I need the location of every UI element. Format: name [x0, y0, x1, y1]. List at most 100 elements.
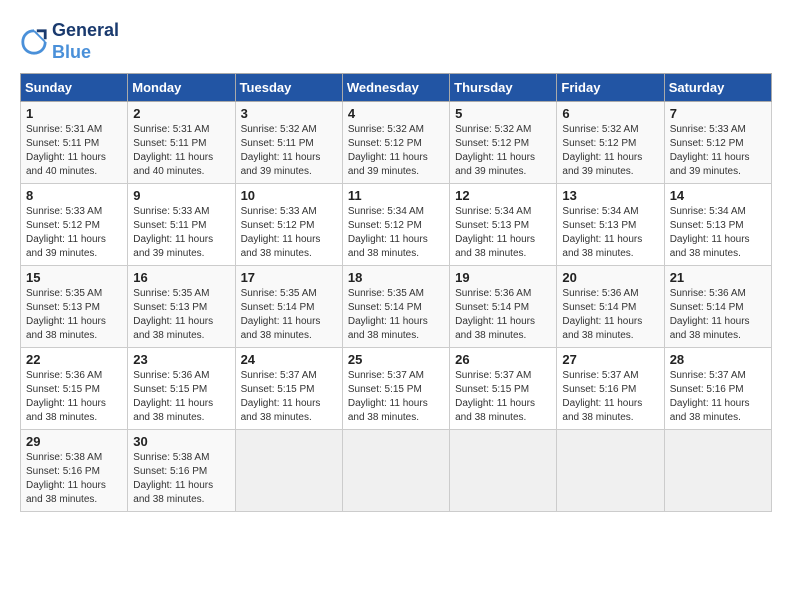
day-number: 23	[133, 352, 229, 367]
day-number: 20	[562, 270, 658, 285]
day-info: Sunrise: 5:33 AMSunset: 5:12 PMDaylight:…	[670, 123, 766, 179]
page-header: General Blue	[20, 20, 772, 63]
logo-icon	[20, 28, 48, 56]
day-number: 16	[133, 270, 229, 285]
day-info: Sunrise: 5:34 AMSunset: 5:12 PMDaylight:…	[348, 205, 444, 261]
calendar-day-5: 5 Sunrise: 5:32 AMSunset: 5:12 PMDaylight…	[450, 102, 557, 184]
day-info: Sunrise: 5:33 AMSunset: 5:12 PMDaylight:…	[241, 205, 337, 261]
day-number: 7	[670, 106, 766, 121]
calendar-week-1: 8 Sunrise: 5:33 AMSunset: 5:12 PMDaylight…	[21, 184, 772, 266]
calendar-day-27: 27 Sunrise: 5:37 AMSunset: 5:16 PMDayligh…	[557, 348, 664, 430]
calendar-day-8: 8 Sunrise: 5:33 AMSunset: 5:12 PMDaylight…	[21, 184, 128, 266]
calendar-day-19: 19Sunrise: 5:36 AMSunset: 5:14 PMDayligh…	[450, 266, 557, 348]
header-saturday: Saturday	[664, 74, 771, 102]
day-info: Sunrise: 5:34 AMSunset: 5:13 PMDaylight:…	[670, 205, 766, 261]
day-number: 25	[348, 352, 444, 367]
calendar-day-22: 22 Sunrise: 5:36 AMSunset: 5:15 PMDayligh…	[21, 348, 128, 430]
header-monday: Monday	[128, 74, 235, 102]
day-info: Sunrise: 5:32 AMSunset: 5:12 PMDaylight:…	[562, 123, 658, 179]
day-info: Sunrise: 5:37 AMSunset: 5:16 PMDaylight:…	[670, 369, 766, 425]
day-number: 29	[26, 434, 122, 449]
calendar-day-10: 10 Sunrise: 5:33 AMSunset: 5:12 PMDayligh…	[235, 184, 342, 266]
day-info: Sunrise: 5:32 AMSunset: 5:12 PMDaylight:…	[455, 123, 551, 179]
calendar-empty-cell	[557, 430, 664, 512]
day-number: 4	[348, 106, 444, 121]
logo: General Blue	[20, 20, 119, 63]
day-info: Sunrise: 5:37 AMSunset: 5:15 PMDaylight:…	[455, 369, 551, 425]
day-number: 6	[562, 106, 658, 121]
header-wednesday: Wednesday	[342, 74, 449, 102]
day-info: Sunrise: 5:37 AMSunset: 5:15 PMDaylight:…	[348, 369, 444, 425]
calendar-empty-cell	[450, 430, 557, 512]
day-info: Sunrise: 5:37 AMSunset: 5:16 PMDaylight:…	[562, 369, 658, 425]
calendar-day-25: 25 Sunrise: 5:37 AMSunset: 5:15 PMDayligh…	[342, 348, 449, 430]
day-info: Sunrise: 5:31 AMSunset: 5:11 PMDaylight:…	[133, 123, 229, 179]
day-info: Sunrise: 5:36 AMSunset: 5:15 PMDaylight:…	[133, 369, 229, 425]
header-friday: Friday	[557, 74, 664, 102]
header-thursday: Thursday	[450, 74, 557, 102]
day-info: Sunrise: 5:38 AMSunset: 5:16 PMDaylight:…	[26, 451, 122, 507]
day-number: 22	[26, 352, 122, 367]
day-number: 19	[455, 270, 551, 285]
logo-text: General Blue	[52, 20, 119, 63]
day-number: 5	[455, 106, 551, 121]
day-number: 24	[241, 352, 337, 367]
day-info: Sunrise: 5:35 AMSunset: 5:13 PMDaylight:…	[26, 287, 122, 343]
day-info: Sunrise: 5:37 AMSunset: 5:15 PMDaylight:…	[241, 369, 337, 425]
calendar-day-13: 13 Sunrise: 5:34 AMSunset: 5:13 PMDayligh…	[557, 184, 664, 266]
header-sunday: Sunday	[21, 74, 128, 102]
day-info: Sunrise: 5:36 AMSunset: 5:15 PMDaylight:…	[26, 369, 122, 425]
day-number: 21	[670, 270, 766, 285]
calendar-day-15: 15 Sunrise: 5:35 AMSunset: 5:13 PMDayligh…	[21, 266, 128, 348]
day-info: Sunrise: 5:34 AMSunset: 5:13 PMDaylight:…	[562, 205, 658, 261]
calendar-header-row: SundayMondayTuesdayWednesdayThursdayFrid…	[21, 74, 772, 102]
day-number: 10	[241, 188, 337, 203]
day-info: Sunrise: 5:38 AMSunset: 5:16 PMDaylight:…	[133, 451, 229, 507]
day-info: Sunrise: 5:36 AMSunset: 5:14 PMDaylight:…	[670, 287, 766, 343]
day-number: 8	[26, 188, 122, 203]
calendar-day-12: 12Sunrise: 5:34 AMSunset: 5:13 PMDayligh…	[450, 184, 557, 266]
calendar-day-26: 26Sunrise: 5:37 AMSunset: 5:15 PMDayligh…	[450, 348, 557, 430]
day-number: 9	[133, 188, 229, 203]
day-number: 15	[26, 270, 122, 285]
day-number: 18	[348, 270, 444, 285]
calendar-day-6: 6 Sunrise: 5:32 AMSunset: 5:12 PMDaylight…	[557, 102, 664, 184]
calendar-day-18: 18Sunrise: 5:35 AMSunset: 5:14 PMDayligh…	[342, 266, 449, 348]
calendar-empty-cell	[342, 430, 449, 512]
calendar-week-2: 15 Sunrise: 5:35 AMSunset: 5:13 PMDayligh…	[21, 266, 772, 348]
calendar-day-23: 23 Sunrise: 5:36 AMSunset: 5:15 PMDayligh…	[128, 348, 235, 430]
calendar-day-3: 3Sunrise: 5:32 AMSunset: 5:11 PMDaylight…	[235, 102, 342, 184]
calendar-day-30: 30 Sunrise: 5:38 AMSunset: 5:16 PMDayligh…	[128, 430, 235, 512]
calendar-day-2: 2Sunrise: 5:31 AMSunset: 5:11 PMDaylight…	[128, 102, 235, 184]
calendar-day-11: 11Sunrise: 5:34 AMSunset: 5:12 PMDayligh…	[342, 184, 449, 266]
calendar-day-28: 28 Sunrise: 5:37 AMSunset: 5:16 PMDayligh…	[664, 348, 771, 430]
day-number: 13	[562, 188, 658, 203]
calendar-day-14: 14 Sunrise: 5:34 AMSunset: 5:13 PMDayligh…	[664, 184, 771, 266]
calendar-day-1: 1 Sunrise: 5:31 AMSunset: 5:11 PMDaylight…	[21, 102, 128, 184]
day-number: 28	[670, 352, 766, 367]
calendar-day-17: 17Sunrise: 5:35 AMSunset: 5:14 PMDayligh…	[235, 266, 342, 348]
calendar-day-24: 24 Sunrise: 5:37 AMSunset: 5:15 PMDayligh…	[235, 348, 342, 430]
day-info: Sunrise: 5:36 AMSunset: 5:14 PMDaylight:…	[562, 287, 658, 343]
calendar-day-20: 20 Sunrise: 5:36 AMSunset: 5:14 PMDayligh…	[557, 266, 664, 348]
calendar-empty-cell	[235, 430, 342, 512]
calendar-table: SundayMondayTuesdayWednesdayThursdayFrid…	[20, 73, 772, 512]
day-number: 17	[241, 270, 337, 285]
day-info: Sunrise: 5:35 AMSunset: 5:13 PMDaylight:…	[133, 287, 229, 343]
day-info: Sunrise: 5:33 AMSunset: 5:11 PMDaylight:…	[133, 205, 229, 261]
calendar-day-7: 7 Sunrise: 5:33 AMSunset: 5:12 PMDaylight…	[664, 102, 771, 184]
calendar-week-4: 29 Sunrise: 5:38 AMSunset: 5:16 PMDayligh…	[21, 430, 772, 512]
header-tuesday: Tuesday	[235, 74, 342, 102]
calendar-day-9: 9 Sunrise: 5:33 AMSunset: 5:11 PMDaylight…	[128, 184, 235, 266]
calendar-day-29: 29 Sunrise: 5:38 AMSunset: 5:16 PMDayligh…	[21, 430, 128, 512]
day-number: 3	[241, 106, 337, 121]
day-info: Sunrise: 5:31 AMSunset: 5:11 PMDaylight:…	[26, 123, 122, 179]
day-number: 30	[133, 434, 229, 449]
day-number: 27	[562, 352, 658, 367]
calendar-day-4: 4Sunrise: 5:32 AMSunset: 5:12 PMDaylight…	[342, 102, 449, 184]
day-info: Sunrise: 5:34 AMSunset: 5:13 PMDaylight:…	[455, 205, 551, 261]
day-number: 14	[670, 188, 766, 203]
day-number: 1	[26, 106, 122, 121]
day-info: Sunrise: 5:33 AMSunset: 5:12 PMDaylight:…	[26, 205, 122, 261]
calendar-day-21: 21 Sunrise: 5:36 AMSunset: 5:14 PMDayligh…	[664, 266, 771, 348]
